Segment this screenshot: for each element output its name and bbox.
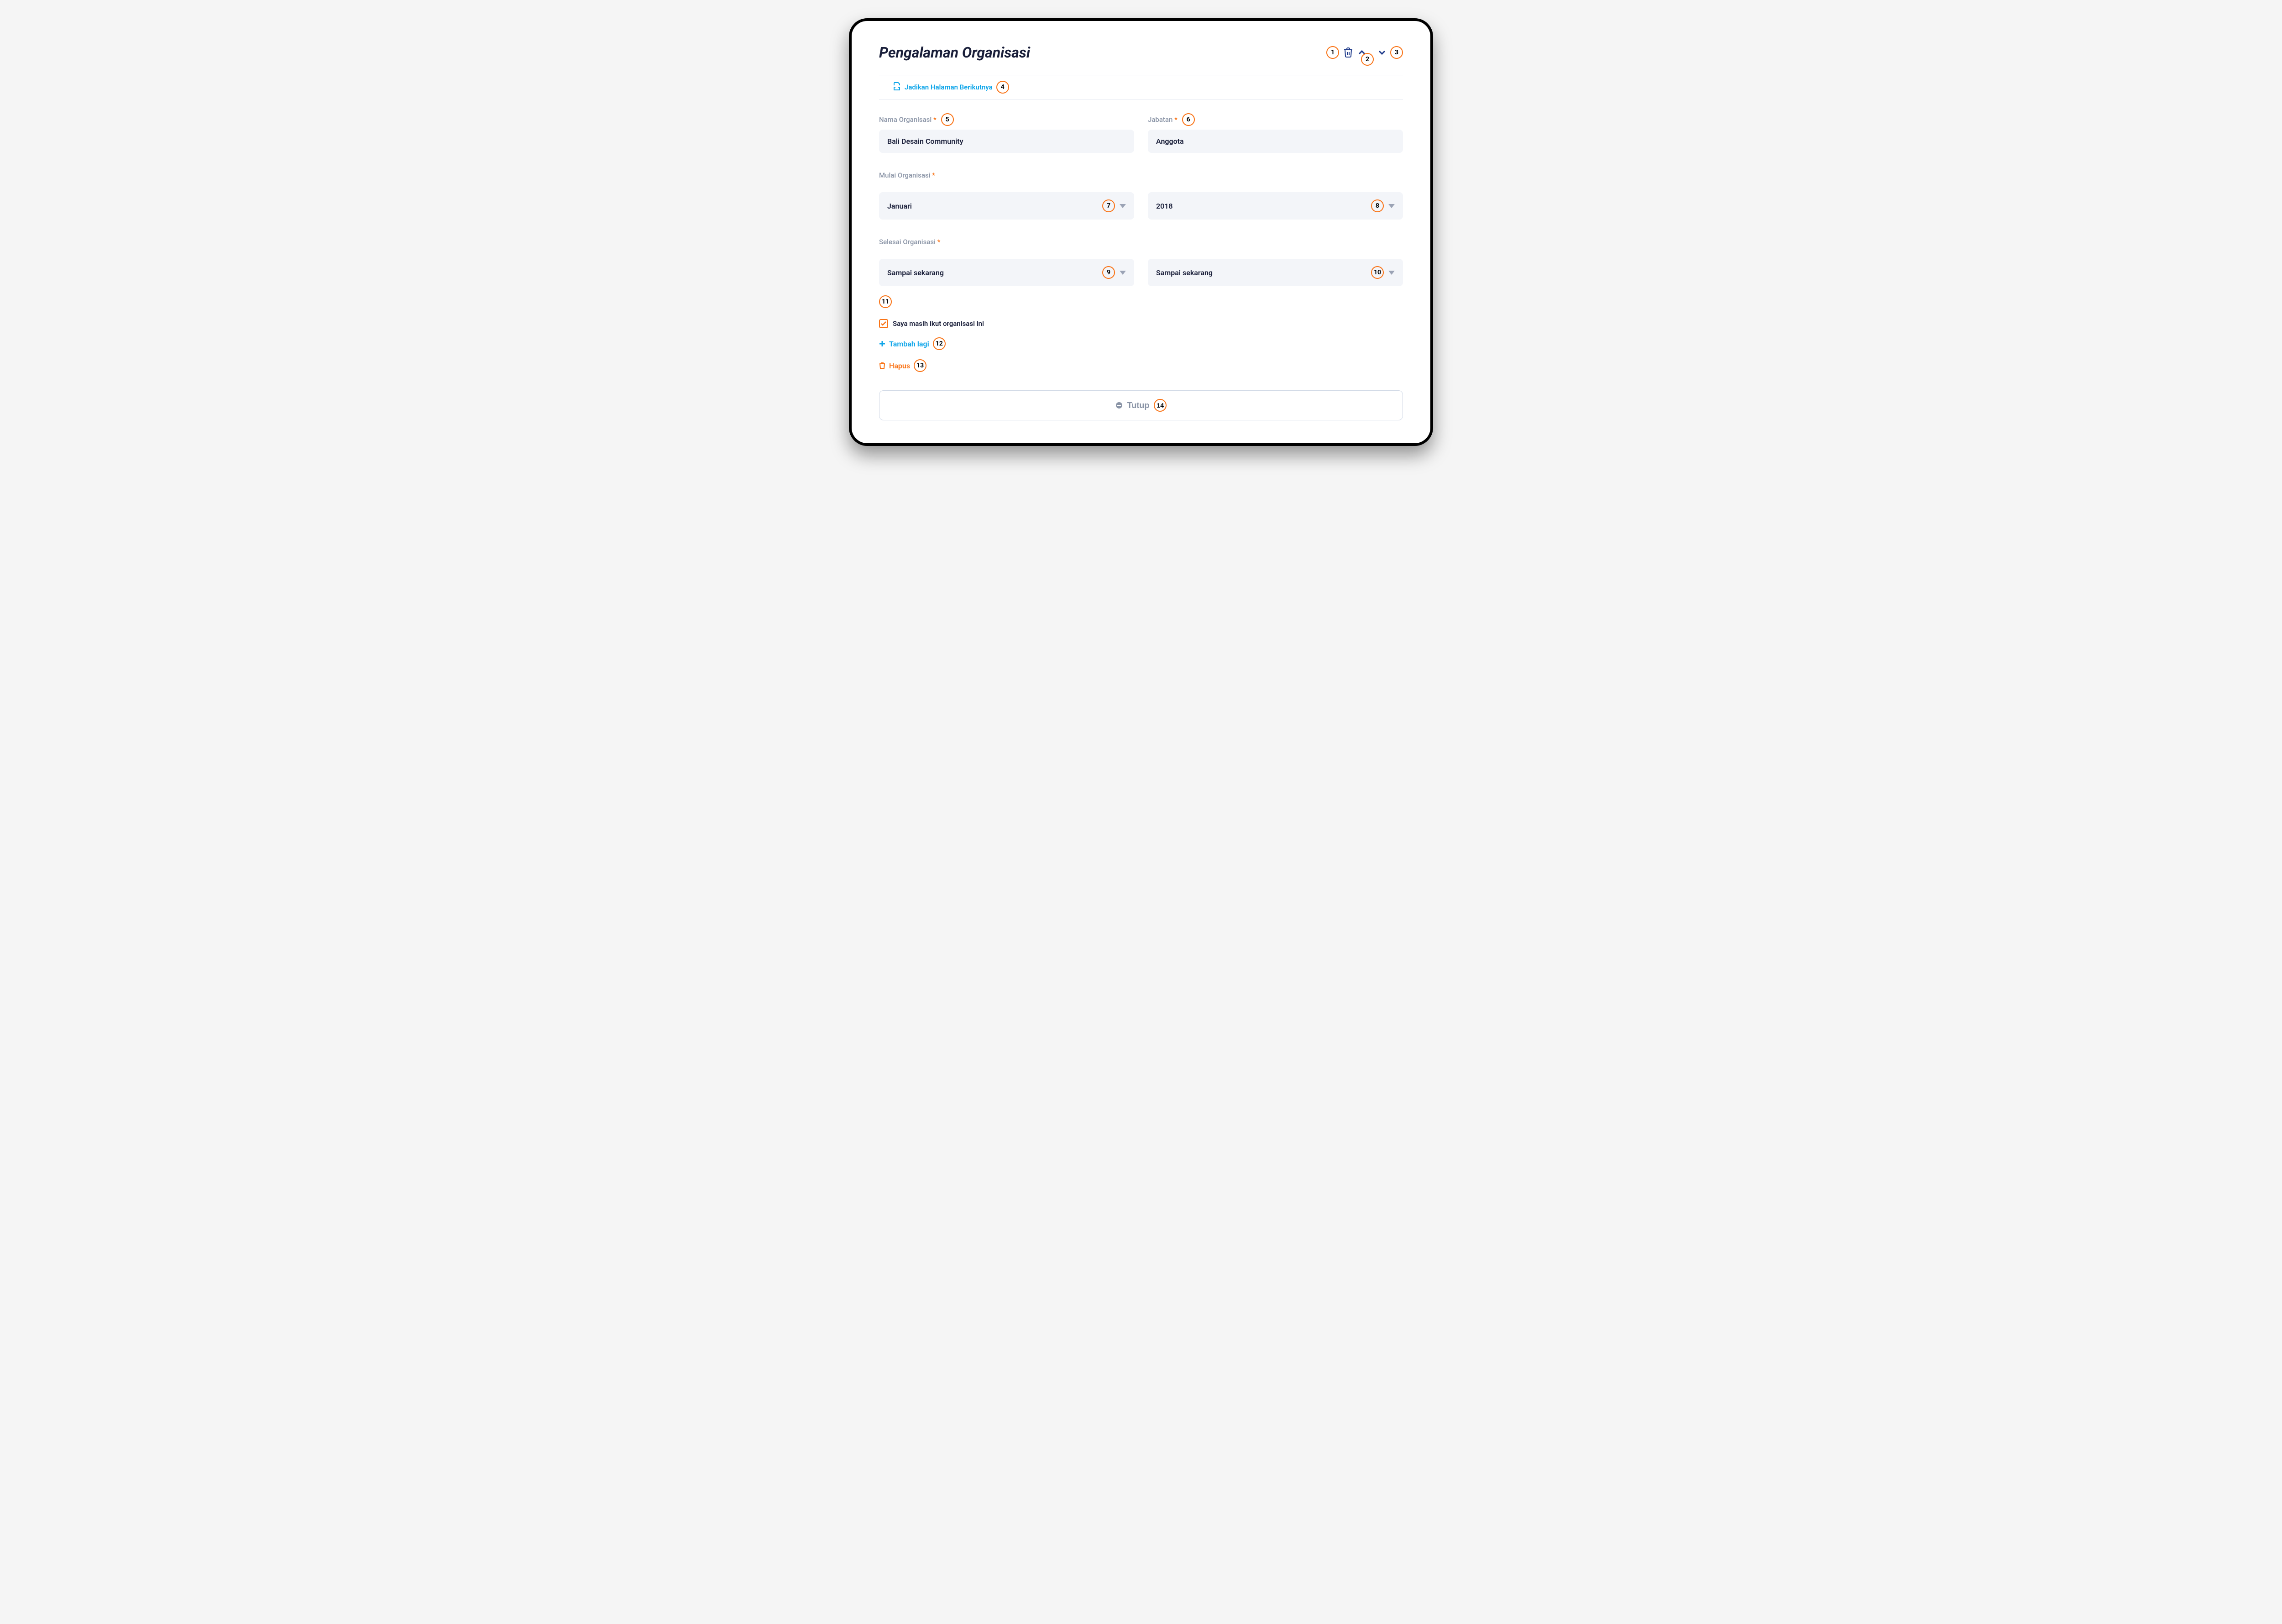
still-member-row: Saya masih ikut organisasi ini — [879, 319, 1403, 328]
jabatan-input[interactable]: Anggota — [1148, 130, 1403, 153]
selesai-bulan-select[interactable]: Sampai sekarang 9 — [879, 259, 1134, 286]
badge-9: 9 — [1102, 266, 1115, 279]
chevron-down-icon — [1120, 271, 1126, 275]
card-title: Pengalaman Organisasi — [879, 44, 1030, 61]
form-grid: Nama Organisasi * 5 Bali Desain Communit… — [879, 113, 1403, 286]
field-jabatan: Jabatan * 6 Anggota — [1148, 113, 1403, 153]
mulai-selects: Januari 7 2018 8 — [879, 192, 1403, 220]
badge-4: 4 — [996, 81, 1009, 94]
add-more-button[interactable]: Tambah lagi 12 — [879, 337, 946, 350]
chevron-down-icon — [1388, 271, 1395, 275]
move-down-icon[interactable] — [1377, 49, 1387, 56]
mulai-organisasi-label: Mulai Organisasi * — [879, 171, 1403, 179]
close-label: Tutup — [1127, 401, 1150, 410]
mulai-tahun-value: 2018 — [1156, 202, 1173, 210]
selesai-tahun-select[interactable]: Sampai sekarang 10 — [1148, 259, 1403, 286]
still-member-checkbox[interactable] — [879, 319, 888, 328]
badge-8: 8 — [1371, 199, 1384, 212]
trash-icon — [879, 362, 885, 369]
field-nama-organisasi: Nama Organisasi * 5 Bali Desain Communit… — [879, 113, 1134, 153]
close-button[interactable]: Tutup 14 — [879, 390, 1403, 420]
nama-organisasi-input[interactable]: Bali Desain Community — [879, 130, 1134, 153]
badge-12: 12 — [933, 337, 946, 350]
next-page-label: Jadikan Halaman Berikutnya — [905, 83, 993, 91]
nama-organisasi-label: Nama Organisasi * — [879, 115, 937, 124]
badge-11: 11 — [879, 295, 892, 308]
page-break-icon — [893, 82, 901, 92]
badge-3: 3 — [1390, 46, 1403, 59]
badge-5: 5 — [941, 113, 954, 126]
mulai-tahun-select[interactable]: 2018 8 — [1148, 192, 1403, 220]
card-header: Pengalaman Organisasi 1 2 3 — [879, 39, 1403, 66]
mulai-bulan-select[interactable]: Januari 7 — [879, 192, 1134, 220]
selesai-bulan-value: Sampai sekarang — [887, 268, 944, 277]
pengalaman-organisasi-card: Pengalaman Organisasi 1 2 3 Jadikan Hal — [849, 18, 1433, 446]
badge-6: 6 — [1182, 113, 1195, 126]
badge-1: 1 — [1326, 46, 1339, 59]
badge-13: 13 — [914, 359, 926, 372]
badge-7: 7 — [1102, 199, 1115, 212]
mulai-bulan-value: Januari — [887, 202, 912, 210]
delete-label: Hapus — [889, 361, 910, 370]
trash-icon[interactable] — [1343, 47, 1354, 58]
badge-10: 10 — [1371, 266, 1384, 279]
jabatan-label: Jabatan * — [1148, 115, 1178, 124]
badge-14: 14 — [1154, 399, 1167, 412]
add-more-label: Tambah lagi — [889, 340, 929, 348]
still-member-label: Saya masih ikut organisasi ini — [893, 320, 984, 328]
header-actions: 1 2 3 — [1326, 39, 1403, 66]
selesai-tahun-value: Sampai sekarang — [1156, 268, 1213, 277]
selesai-organisasi-label: Selesai Organisasi * — [879, 238, 1403, 246]
badge-2: 2 — [1361, 53, 1374, 66]
selesai-selects: Sampai sekarang 9 Sampai sekarang 10 — [879, 259, 1403, 286]
chevron-down-icon — [1120, 204, 1126, 208]
next-page-link[interactable]: Jadikan Halaman Berikutnya 4 — [879, 75, 1403, 100]
minus-circle-icon — [1115, 402, 1123, 409]
chevron-down-icon — [1388, 204, 1395, 208]
plus-icon — [879, 341, 885, 347]
checkbox-area: 11 Saya masih ikut organisasi ini — [879, 286, 1403, 328]
delete-button[interactable]: Hapus 13 — [879, 359, 926, 372]
